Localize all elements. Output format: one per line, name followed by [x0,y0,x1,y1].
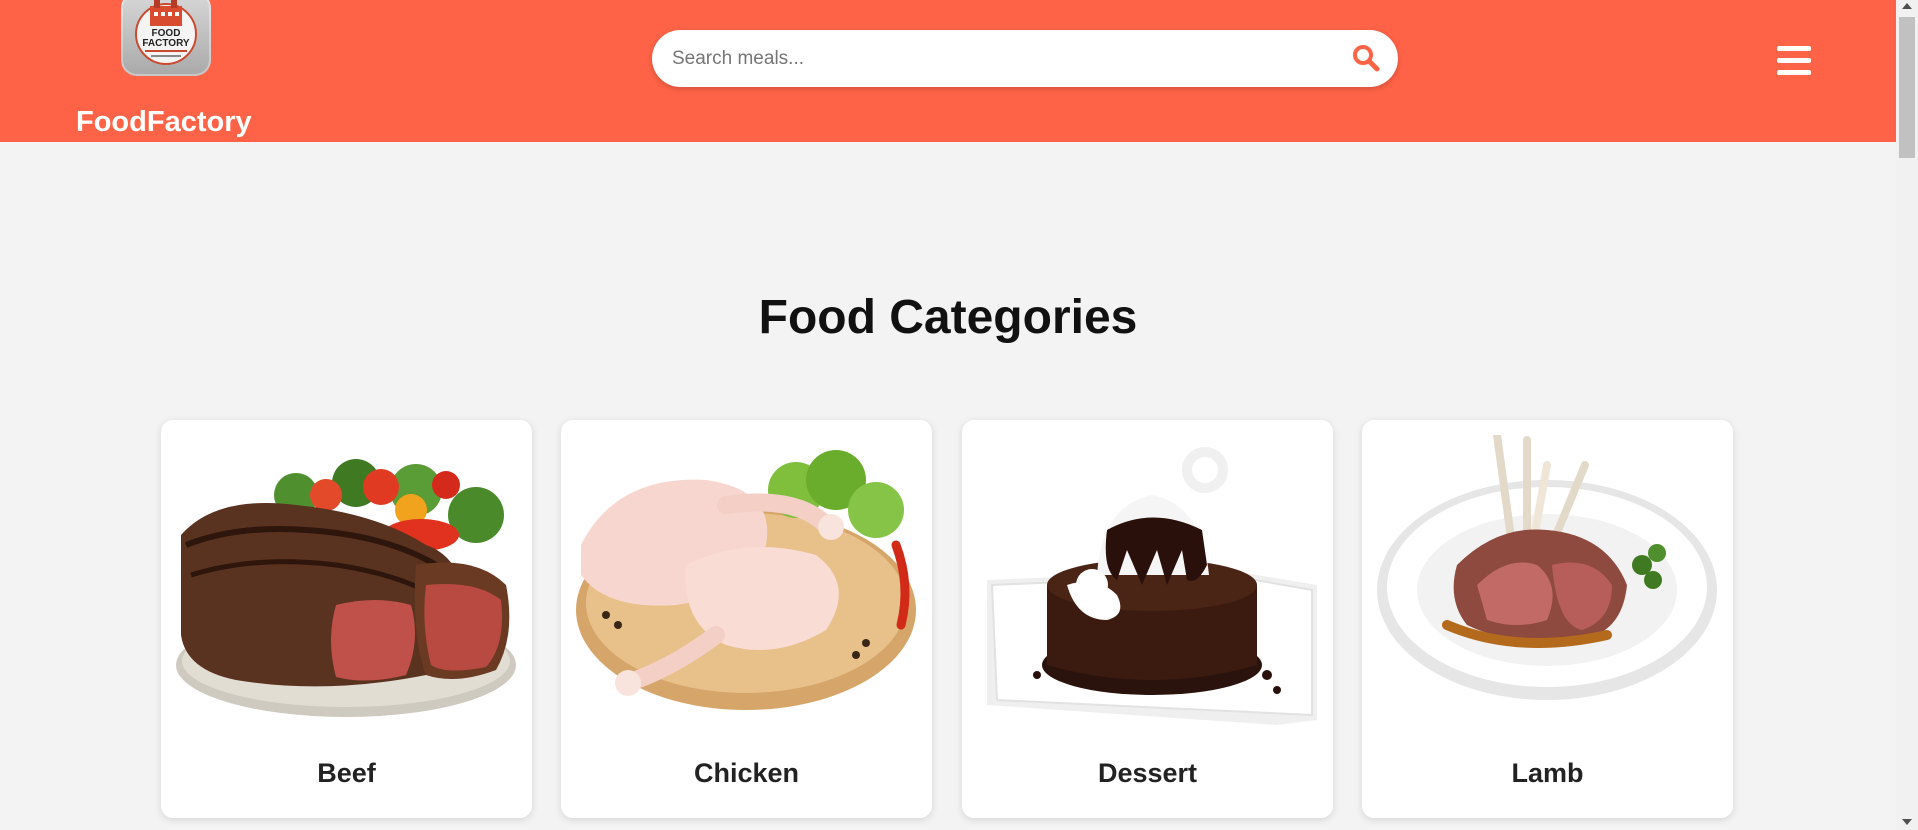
category-card-lamb[interactable]: Lamb [1362,420,1733,818]
page: FOOD FACTORY FoodFactory Food Categories [0,0,1896,830]
search-bar [652,30,1398,87]
menu-bar [1777,58,1811,63]
menu-bar [1777,46,1811,51]
search-icon[interactable] [1352,44,1380,72]
scroll-up-arrow-icon[interactable] [1902,3,1912,9]
category-card-dessert[interactable]: Dessert [962,420,1333,818]
chicken-legs-image [576,450,916,710]
category-card-chicken[interactable]: Chicken [561,420,932,818]
menu-bar [1777,70,1811,75]
lamb-chops-image [1377,435,1717,700]
hamburger-menu-icon[interactable] [1777,46,1811,78]
logo-text-line2: FACTORY [142,38,190,49]
scroll-thumb[interactable] [1899,17,1915,158]
brand-name[interactable]: FoodFactory [76,106,252,139]
search-input[interactable] [670,42,1314,76]
vertical-scrollbar[interactable] [1896,0,1918,830]
category-card-beef[interactable]: Beef [161,420,532,818]
category-label: Dessert [1097,758,1198,788]
category-label: Lamb [1511,758,1584,788]
scroll-down-arrow-icon[interactable] [1902,819,1912,825]
category-label: Chicken [693,758,800,788]
category-label: Beef [317,758,376,788]
page-title: Food Categories [758,291,1138,344]
beef-steak-image [176,459,516,717]
brand-logo[interactable]: FOOD FACTORY [121,0,211,76]
food-factory-logo-icon: FOOD FACTORY [135,0,197,65]
top-header: FOOD FACTORY FoodFactory [0,0,1896,142]
chocolate-dessert-image [987,447,1317,725]
